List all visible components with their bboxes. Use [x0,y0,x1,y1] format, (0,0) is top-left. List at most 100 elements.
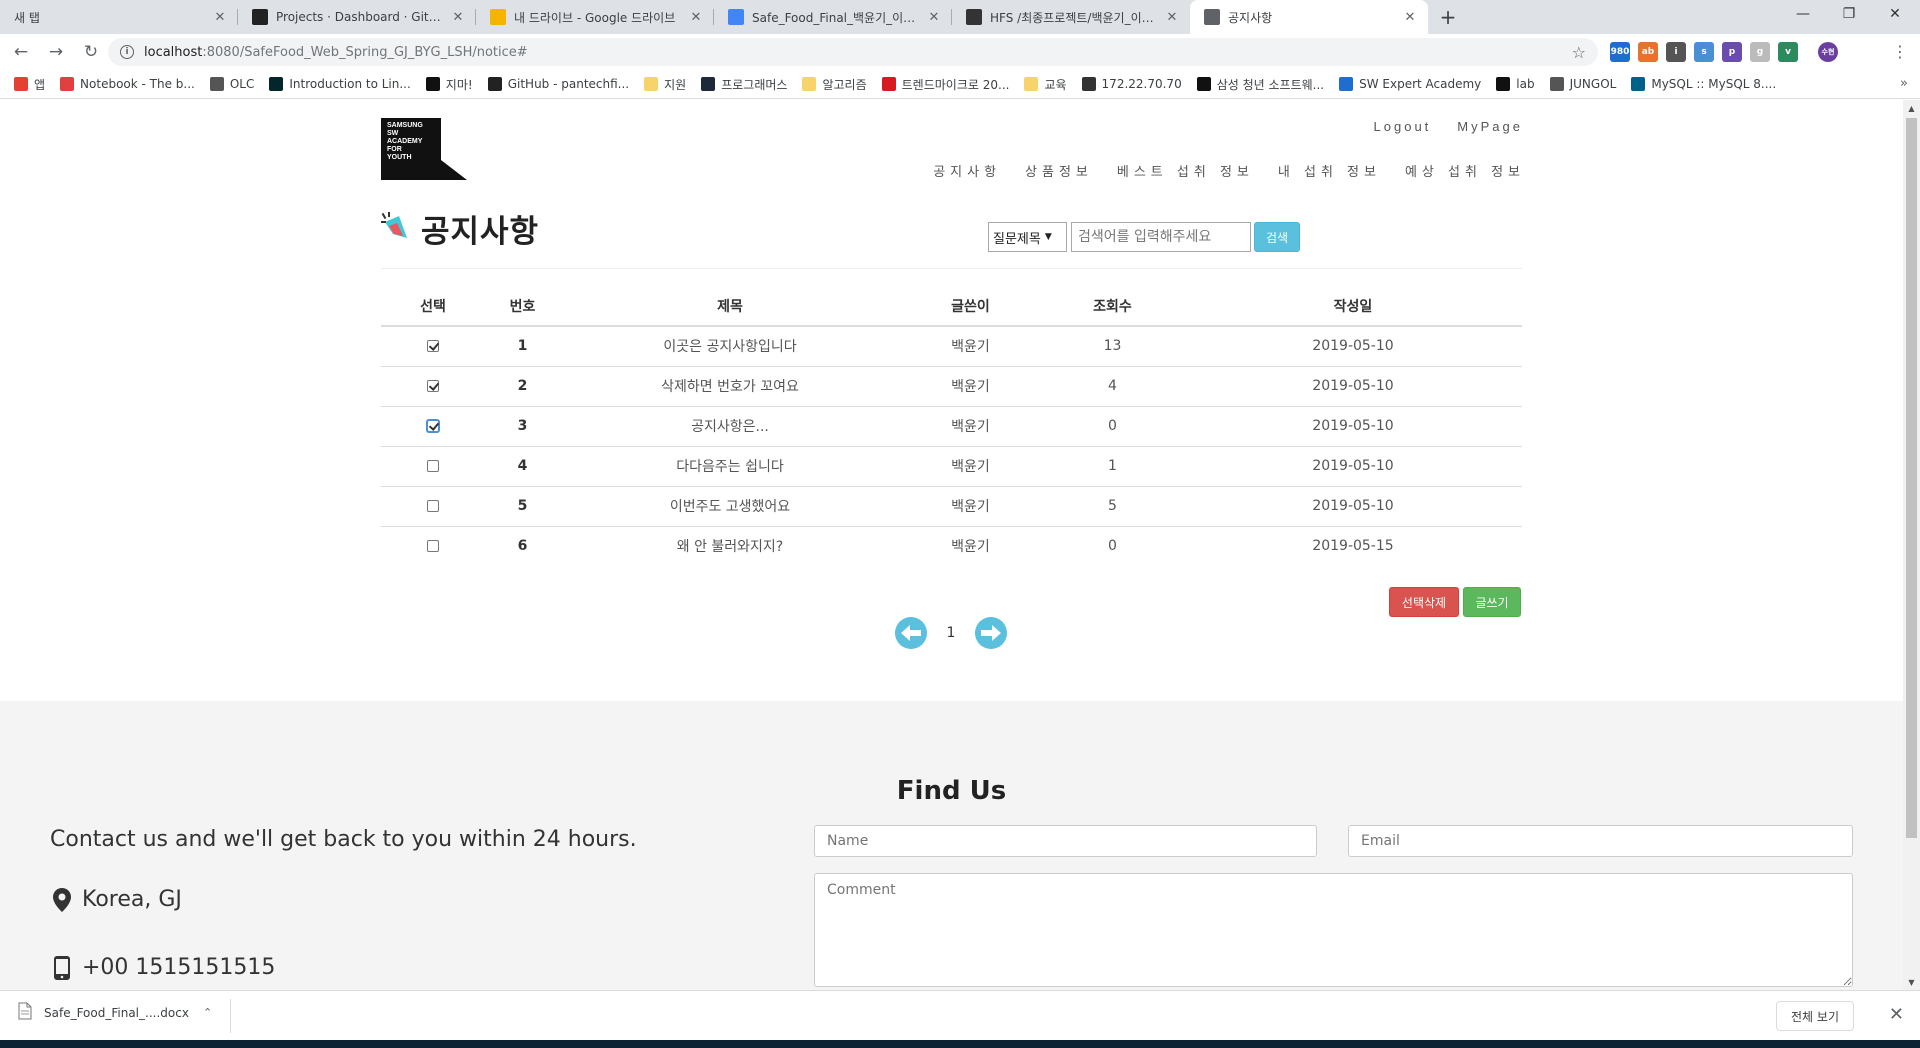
delete-selected-button[interactable]: 선택삭제 [1389,587,1459,617]
close-tab-icon[interactable]: ✕ [1164,9,1180,25]
browser-tab[interactable]: 공지사항 ✕ [1190,0,1428,34]
close-tab-icon[interactable]: ✕ [688,9,704,25]
bookmark-item[interactable]: 트렌드마이크로 20... [881,76,1009,93]
bookmark-item[interactable]: 프로그래머스 [701,76,787,93]
bookmark-item[interactable]: Introduction to Lin... [269,77,411,91]
scroll-thumb[interactable] [1906,118,1917,838]
name-field[interactable] [814,825,1317,857]
search-button[interactable]: 검색 [1254,222,1300,252]
bookmark-item[interactable]: 앱 [14,76,45,93]
site-info-icon[interactable]: i [120,45,134,59]
row-title[interactable]: 왜 안 불러와지지? [560,525,900,566]
bookmark-item[interactable]: 지마! [425,76,473,93]
download-item[interactable]: Safe_Food_Final_....docx ⌃ [18,1002,212,1023]
scroll-down-icon[interactable]: ▼ [1903,974,1920,990]
comment-field[interactable] [814,873,1853,987]
next-page-icon[interactable] [975,617,1007,649]
logout-link[interactable]: Logout [1374,119,1432,134]
minimize-button[interactable]: — [1780,0,1826,28]
bookmark-item[interactable]: lab [1496,77,1535,91]
row-title[interactable]: 다다음주는 쉽니다 [560,445,900,486]
nav-products[interactable]: 상품정보 [1025,161,1093,180]
table-row[interactable]: 6왜 안 불러와지지? 백윤기 0 2019-05-15 [381,525,1522,566]
bookmark-item[interactable]: 지원 [644,76,686,93]
row-title[interactable]: 이번주도 고생했어요 [560,485,900,526]
bookmark-star-icon[interactable]: ☆ [1572,43,1586,62]
extension-icon[interactable]: ab [1638,42,1658,62]
reload-button[interactable]: ↻ [77,38,105,66]
row-title[interactable]: 이곳은 공지사항입니다 [560,325,900,366]
address-bar[interactable]: i localhost:8080/SafeFood_Web_Spring_GJ_… [108,38,1598,66]
extension-icon[interactable]: v [1778,42,1798,62]
bookmark-item[interactable]: 알고리즘 [802,76,867,93]
back-button[interactable]: ← [7,38,35,66]
close-tab-icon[interactable]: ✕ [450,9,466,25]
extension-icon[interactable]: i [1666,42,1686,62]
profile-avatar[interactable]: 수현 [1818,42,1838,62]
row-select-cell [381,445,485,486]
table-row[interactable]: 5 이번주도 고생했어요 백윤기 5 2019-05-10 [381,485,1522,526]
close-window-button[interactable]: ✕ [1872,0,1918,28]
row-checkbox[interactable] [427,500,439,512]
extension-icon[interactable]: 980 [1610,42,1630,62]
bookmark-item[interactable]: JUNGOL [1549,77,1616,91]
forward-button[interactable]: → [42,38,70,66]
extension-icon[interactable]: s [1694,42,1714,62]
nav-expected-intake[interactable]: 예상 섭취 정보 [1405,161,1525,180]
bookmark-item[interactable]: SW Expert Academy [1339,77,1481,91]
close-tab-icon[interactable]: ✕ [926,9,942,25]
new-tab-button[interactable]: + [1434,3,1462,31]
table-row[interactable]: 1 이곳은 공지사항입니다 백윤기 13 2019-05-10 [381,325,1522,366]
row-checkbox[interactable] [427,460,439,472]
row-checkbox[interactable] [427,420,439,432]
close-download-bar-icon[interactable]: ✕ [1889,1004,1904,1025]
browser-tab[interactable]: 내 드라이브 - Google 드라이브 ✕ [476,0,714,34]
row-views: 5 [1041,485,1184,526]
close-tab-icon[interactable]: ✕ [212,9,228,25]
prev-page-icon[interactable] [895,617,927,649]
browser-tab[interactable]: Safe_Food_Final_백윤기_이수현... ✕ [714,0,952,34]
table-row[interactable]: 4 다다음주는 쉽니다 백윤기 1 2019-05-10 [381,445,1522,486]
search-input[interactable] [1071,222,1251,252]
row-checkbox[interactable] [427,340,439,353]
row-title[interactable]: 삭제하면 번호가 꼬여요 [560,365,900,406]
row-checkbox[interactable] [427,540,439,553]
page-title-row: 공지사항 [381,206,539,251]
bookmark-item[interactable]: 172.22.70.70 [1081,77,1182,91]
close-tab-icon[interactable]: ✕ [1402,9,1418,25]
row-title[interactable]: 공지사항은... [560,405,900,446]
extension-icon[interactable]: g [1750,42,1770,62]
nav-my-intake[interactable]: 내 섭취 정보 [1278,161,1381,180]
row-date: 2019-05-15 [1184,525,1522,566]
bookmark-item[interactable]: Notebook - The b... [60,77,195,91]
restore-button[interactable]: ❐ [1826,0,1872,28]
bookmark-item[interactable]: MySQL :: MySQL 8.... [1631,77,1776,91]
write-button[interactable]: 글쓰기 [1463,587,1521,617]
more-bookmarks-icon[interactable]: » [1900,76,1908,91]
nav-best-intake[interactable]: 베스트 섭취 정보 [1117,161,1254,180]
bookmark-item[interactable]: GitHub - pantechfi... [487,77,629,91]
mypage-link[interactable]: MyPage [1457,119,1523,134]
table-row[interactable]: 3 공지사항은... 백윤기 0 2019-05-10 [381,405,1522,446]
col-date: 작성일 [1184,286,1522,327]
bookmark-item[interactable]: OLC [209,77,254,91]
page-scrollbar[interactable]: ▲ ▼ [1903,100,1920,990]
email-field[interactable] [1348,825,1853,857]
search-type-select[interactable]: 질문제목 ▼ [988,222,1067,252]
nav-notice[interactable]: 공지사항 [933,161,1001,180]
table-row[interactable]: 2 삭제하면 번호가 꼬여요 백윤기 4 2019-05-10 [381,365,1522,406]
browser-tab[interactable]: Projects · Dashboard · GitLab ✕ [238,0,476,34]
browser-menu-icon[interactable]: ⋮ [1892,42,1908,61]
ssafy-logo[interactable]: SAMSUNG SW ACADEMY FOR YOUTH [381,118,467,180]
bookmark-item[interactable]: 교육 [1024,76,1067,93]
row-views: 0 [1041,525,1184,566]
row-checkbox[interactable] [427,380,439,392]
chevron-up-icon[interactable]: ⌃ [203,1006,212,1019]
browser-tab[interactable]: HFS /최종프로젝트/백윤기_이수... ✕ [952,0,1190,34]
browser-tab[interactable]: 새 탭 ✕ [0,0,238,34]
scroll-up-icon[interactable]: ▲ [1903,100,1920,116]
extension-icon[interactable]: p [1722,42,1742,62]
bookmark-item[interactable]: 삼성 청년 소프트웨... [1196,76,1324,93]
page-number[interactable]: 1 [927,625,975,641]
show-all-downloads-button[interactable]: 전체 보기 [1776,1001,1854,1031]
